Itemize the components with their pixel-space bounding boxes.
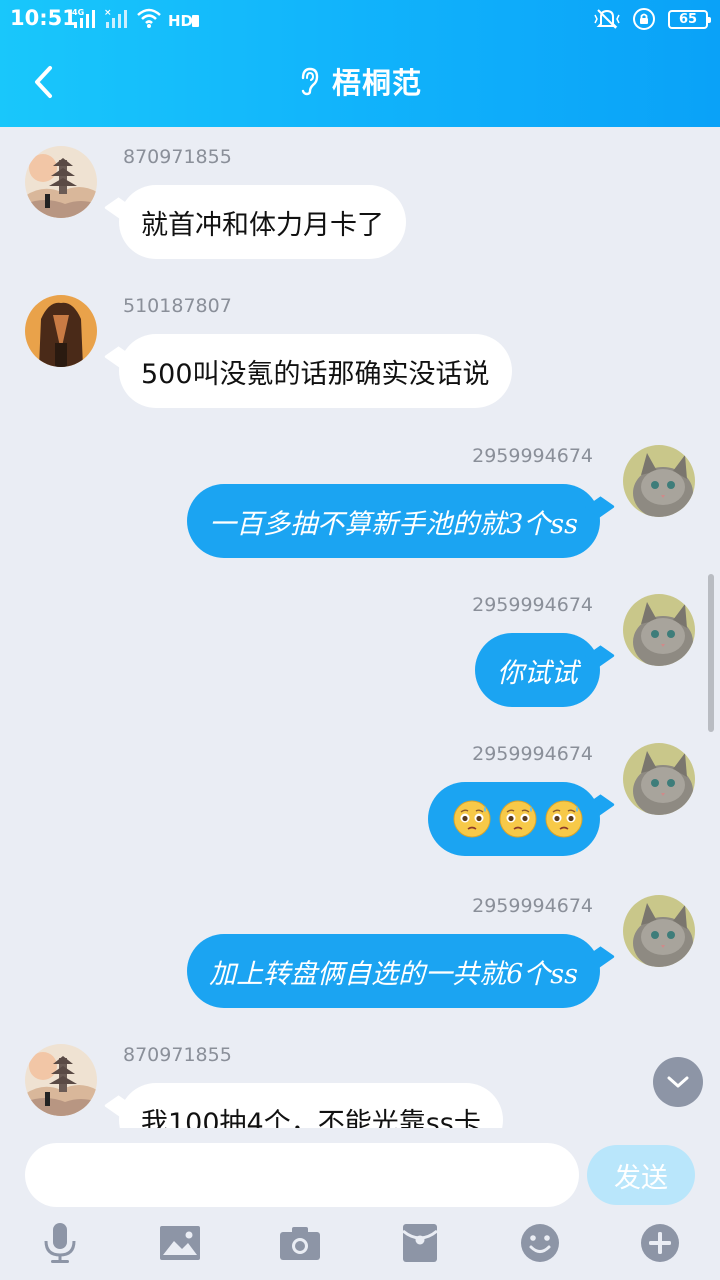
- sender-id: 2959994674: [472, 895, 593, 917]
- status-left-icons: 4G × HD: [72, 7, 200, 29]
- message-text: 就首冲和体力月卡了: [141, 209, 384, 241]
- voice-button[interactable]: [37, 1220, 83, 1266]
- message-text: 500叫没氪的话那确实没话说: [141, 358, 490, 390]
- app-header: 10:51 4G × HD 65 梧桐范: [0, 0, 720, 127]
- image-button[interactable]: [157, 1220, 203, 1266]
- plus-icon: [641, 1224, 679, 1262]
- more-button[interactable]: [637, 1220, 683, 1266]
- pleading-sweat-face-icon: [545, 800, 583, 838]
- scrollbar[interactable]: [708, 574, 714, 732]
- cellular-4g-icon: 4G: [72, 8, 95, 28]
- chevron-down-icon: [667, 1076, 689, 1088]
- avatar-cat[interactable]: [623, 743, 695, 815]
- avatar-pagoda[interactable]: [25, 146, 97, 218]
- camera-button[interactable]: [277, 1220, 323, 1266]
- sender-id: 2959994674: [472, 445, 593, 467]
- sender-id: 2959994674: [472, 743, 593, 765]
- message-list[interactable]: 870971855 就首冲和体力月卡了 510187807 500叫没氪的话那确…: [0, 127, 720, 1128]
- camera-icon: [280, 1227, 320, 1260]
- image-icon: [160, 1226, 200, 1260]
- emoji-icon: [521, 1224, 559, 1262]
- ear-icon[interactable]: [298, 66, 320, 96]
- avatar-cat[interactable]: [623, 445, 695, 517]
- message-bubble[interactable]: 你试试: [475, 633, 600, 707]
- message-bubble[interactable]: 加上转盘俩自选的一共就6个ss: [187, 934, 600, 1008]
- sender-id: 870971855: [123, 1044, 232, 1066]
- wifi-icon: [137, 8, 161, 28]
- emoji-bubble[interactable]: [428, 782, 600, 856]
- message-bubble[interactable]: 我100抽4个，不能光靠ss卡: [119, 1083, 503, 1128]
- message-text: 我100抽4个，不能光靠ss卡: [141, 1107, 481, 1129]
- send-button[interactable]: 发送: [587, 1145, 695, 1205]
- status-bar: 10:51 4G × HD 65: [0, 0, 720, 38]
- svg-text:HD: HD: [168, 12, 193, 29]
- avatar-cat[interactable]: [623, 594, 695, 666]
- message-text: 加上转盘俩自选的一共就6个ss: [209, 958, 578, 990]
- rotation-lock-icon: [633, 8, 655, 30]
- message-bubble[interactable]: 500叫没氪的话那确实没话说: [119, 334, 512, 408]
- chat-title: 梧桐范: [331, 66, 422, 100]
- status-right-icons: 65: [594, 7, 711, 31]
- message-text: 一百多抽不算新手池的就3个ss: [209, 508, 578, 540]
- avatar-pagoda[interactable]: [25, 1044, 97, 1116]
- emoji-button[interactable]: [517, 1220, 563, 1266]
- svg-text:4G: 4G: [72, 8, 84, 17]
- sender-id: 510187807: [123, 295, 232, 317]
- message-bubble[interactable]: 就首冲和体力月卡了: [119, 185, 406, 259]
- battery-indicator: 65: [668, 9, 711, 29]
- hd-call-icon: HD: [168, 12, 199, 29]
- red-envelope-icon: [402, 1224, 438, 1262]
- sender-id: 2959994674: [472, 594, 593, 616]
- status-time: 10:51: [10, 6, 77, 30]
- message-bubble[interactable]: 一百多抽不算新手池的就3个ss: [187, 484, 600, 558]
- message-text: 你试试: [497, 657, 578, 689]
- svg-text:×: ×: [104, 8, 112, 18]
- vibrate-icon: [594, 9, 620, 29]
- input-toolbar: [0, 1220, 720, 1270]
- cellular-off-icon: ×: [104, 8, 127, 28]
- scroll-to-bottom-button[interactable]: [653, 1057, 703, 1107]
- avatar-cat[interactable]: [623, 895, 695, 967]
- sender-id: 870971855: [123, 146, 232, 168]
- input-bar: 发送: [0, 1128, 720, 1280]
- title-wrap: 梧桐范: [0, 60, 720, 102]
- chat-navbar: 梧桐范: [0, 38, 720, 127]
- red-envelope-button[interactable]: [397, 1220, 443, 1266]
- pleading-sweat-face-icon: [453, 800, 491, 838]
- message-input[interactable]: [25, 1143, 579, 1207]
- avatar-person[interactable]: [25, 295, 97, 367]
- microphone-icon: [44, 1223, 76, 1263]
- pleading-sweat-face-icon: [499, 800, 537, 838]
